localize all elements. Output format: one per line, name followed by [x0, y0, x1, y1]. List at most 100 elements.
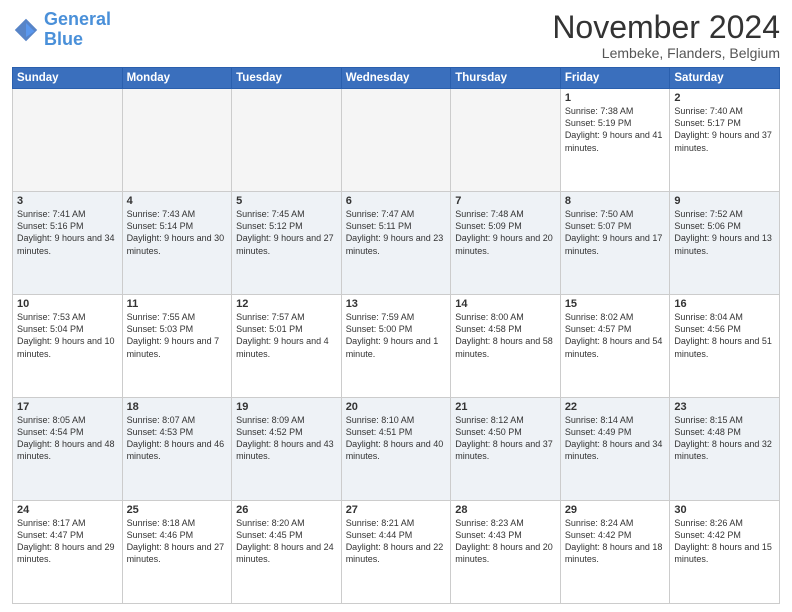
- week-row-1: 1Sunrise: 7:38 AM Sunset: 5:19 PM Daylig…: [13, 89, 780, 192]
- day-number: 19: [236, 401, 337, 413]
- day-number: 1: [565, 92, 666, 104]
- day-info: Sunrise: 8:23 AM Sunset: 4:43 PM Dayligh…: [455, 517, 556, 566]
- day-cell: 25Sunrise: 8:18 AM Sunset: 4:46 PM Dayli…: [122, 501, 232, 604]
- day-cell: 13Sunrise: 7:59 AM Sunset: 5:00 PM Dayli…: [341, 295, 451, 398]
- day-cell: 27Sunrise: 8:21 AM Sunset: 4:44 PM Dayli…: [341, 501, 451, 604]
- day-number: 11: [127, 298, 228, 310]
- location: Lembeke, Flanders, Belgium: [552, 45, 780, 61]
- day-info: Sunrise: 8:20 AM Sunset: 4:45 PM Dayligh…: [236, 517, 337, 566]
- header-cell-wednesday: Wednesday: [341, 68, 451, 89]
- day-number: 16: [674, 298, 775, 310]
- day-cell: [341, 89, 451, 192]
- day-number: 18: [127, 401, 228, 413]
- day-info: Sunrise: 8:10 AM Sunset: 4:51 PM Dayligh…: [346, 414, 447, 463]
- day-cell: 9Sunrise: 7:52 AM Sunset: 5:06 PM Daylig…: [670, 192, 780, 295]
- day-cell: 22Sunrise: 8:14 AM Sunset: 4:49 PM Dayli…: [560, 398, 670, 501]
- page: General Blue November 2024 Lembeke, Flan…: [0, 0, 792, 612]
- day-info: Sunrise: 8:26 AM Sunset: 4:42 PM Dayligh…: [674, 517, 775, 566]
- day-cell: 16Sunrise: 8:04 AM Sunset: 4:56 PM Dayli…: [670, 295, 780, 398]
- day-info: Sunrise: 7:57 AM Sunset: 5:01 PM Dayligh…: [236, 311, 337, 360]
- day-number: 20: [346, 401, 447, 413]
- day-cell: 15Sunrise: 8:02 AM Sunset: 4:57 PM Dayli…: [560, 295, 670, 398]
- logo-line1: General: [44, 9, 111, 29]
- day-number: 30: [674, 504, 775, 516]
- day-cell: 23Sunrise: 8:15 AM Sunset: 4:48 PM Dayli…: [670, 398, 780, 501]
- day-number: 26: [236, 504, 337, 516]
- logo-text: General Blue: [44, 10, 111, 50]
- day-cell: 14Sunrise: 8:00 AM Sunset: 4:58 PM Dayli…: [451, 295, 561, 398]
- day-cell: 26Sunrise: 8:20 AM Sunset: 4:45 PM Dayli…: [232, 501, 342, 604]
- day-number: 29: [565, 504, 666, 516]
- day-number: 17: [17, 401, 118, 413]
- day-info: Sunrise: 7:53 AM Sunset: 5:04 PM Dayligh…: [17, 311, 118, 360]
- day-cell: 4Sunrise: 7:43 AM Sunset: 5:14 PM Daylig…: [122, 192, 232, 295]
- day-info: Sunrise: 7:48 AM Sunset: 5:09 PM Dayligh…: [455, 208, 556, 257]
- header-cell-sunday: Sunday: [13, 68, 123, 89]
- day-cell: 12Sunrise: 7:57 AM Sunset: 5:01 PM Dayli…: [232, 295, 342, 398]
- day-number: 21: [455, 401, 556, 413]
- day-info: Sunrise: 7:43 AM Sunset: 5:14 PM Dayligh…: [127, 208, 228, 257]
- day-number: 2: [674, 92, 775, 104]
- day-cell: [13, 89, 123, 192]
- week-row-3: 10Sunrise: 7:53 AM Sunset: 5:04 PM Dayli…: [13, 295, 780, 398]
- header-cell-tuesday: Tuesday: [232, 68, 342, 89]
- day-number: 6: [346, 195, 447, 207]
- header-cell-monday: Monday: [122, 68, 232, 89]
- header-cell-thursday: Thursday: [451, 68, 561, 89]
- calendar: SundayMondayTuesdayWednesdayThursdayFrid…: [12, 67, 780, 604]
- day-cell: 8Sunrise: 7:50 AM Sunset: 5:07 PM Daylig…: [560, 192, 670, 295]
- day-number: 3: [17, 195, 118, 207]
- day-number: 5: [236, 195, 337, 207]
- title-block: November 2024 Lembeke, Flanders, Belgium: [552, 10, 780, 61]
- day-info: Sunrise: 8:07 AM Sunset: 4:53 PM Dayligh…: [127, 414, 228, 463]
- day-cell: 5Sunrise: 7:45 AM Sunset: 5:12 PM Daylig…: [232, 192, 342, 295]
- day-number: 14: [455, 298, 556, 310]
- day-info: Sunrise: 8:17 AM Sunset: 4:47 PM Dayligh…: [17, 517, 118, 566]
- day-cell: 17Sunrise: 8:05 AM Sunset: 4:54 PM Dayli…: [13, 398, 123, 501]
- day-info: Sunrise: 7:45 AM Sunset: 5:12 PM Dayligh…: [236, 208, 337, 257]
- day-cell: 11Sunrise: 7:55 AM Sunset: 5:03 PM Dayli…: [122, 295, 232, 398]
- day-cell: 2Sunrise: 7:40 AM Sunset: 5:17 PM Daylig…: [670, 89, 780, 192]
- day-number: 8: [565, 195, 666, 207]
- day-number: 24: [17, 504, 118, 516]
- logo-line2: Blue: [44, 29, 83, 49]
- day-info: Sunrise: 8:14 AM Sunset: 4:49 PM Dayligh…: [565, 414, 666, 463]
- day-cell: 19Sunrise: 8:09 AM Sunset: 4:52 PM Dayli…: [232, 398, 342, 501]
- day-info: Sunrise: 8:05 AM Sunset: 4:54 PM Dayligh…: [17, 414, 118, 463]
- day-cell: 6Sunrise: 7:47 AM Sunset: 5:11 PM Daylig…: [341, 192, 451, 295]
- day-number: 22: [565, 401, 666, 413]
- day-info: Sunrise: 7:40 AM Sunset: 5:17 PM Dayligh…: [674, 105, 775, 154]
- day-info: Sunrise: 8:04 AM Sunset: 4:56 PM Dayligh…: [674, 311, 775, 360]
- header-row: SundayMondayTuesdayWednesdayThursdayFrid…: [13, 68, 780, 89]
- day-cell: 7Sunrise: 7:48 AM Sunset: 5:09 PM Daylig…: [451, 192, 561, 295]
- day-cell: 1Sunrise: 7:38 AM Sunset: 5:19 PM Daylig…: [560, 89, 670, 192]
- day-info: Sunrise: 8:12 AM Sunset: 4:50 PM Dayligh…: [455, 414, 556, 463]
- day-number: 15: [565, 298, 666, 310]
- day-info: Sunrise: 8:21 AM Sunset: 4:44 PM Dayligh…: [346, 517, 447, 566]
- day-info: Sunrise: 7:38 AM Sunset: 5:19 PM Dayligh…: [565, 105, 666, 154]
- day-cell: [232, 89, 342, 192]
- header: General Blue November 2024 Lembeke, Flan…: [12, 10, 780, 61]
- day-number: 28: [455, 504, 556, 516]
- day-info: Sunrise: 7:47 AM Sunset: 5:11 PM Dayligh…: [346, 208, 447, 257]
- day-info: Sunrise: 8:09 AM Sunset: 4:52 PM Dayligh…: [236, 414, 337, 463]
- day-number: 7: [455, 195, 556, 207]
- week-row-4: 17Sunrise: 8:05 AM Sunset: 4:54 PM Dayli…: [13, 398, 780, 501]
- day-cell: 18Sunrise: 8:07 AM Sunset: 4:53 PM Dayli…: [122, 398, 232, 501]
- day-info: Sunrise: 8:15 AM Sunset: 4:48 PM Dayligh…: [674, 414, 775, 463]
- day-info: Sunrise: 8:00 AM Sunset: 4:58 PM Dayligh…: [455, 311, 556, 360]
- day-number: 10: [17, 298, 118, 310]
- day-number: 25: [127, 504, 228, 516]
- header-cell-saturday: Saturday: [670, 68, 780, 89]
- header-cell-friday: Friday: [560, 68, 670, 89]
- logo-icon: [12, 16, 40, 44]
- week-row-5: 24Sunrise: 8:17 AM Sunset: 4:47 PM Dayli…: [13, 501, 780, 604]
- day-info: Sunrise: 8:24 AM Sunset: 4:42 PM Dayligh…: [565, 517, 666, 566]
- day-cell: 24Sunrise: 8:17 AM Sunset: 4:47 PM Dayli…: [13, 501, 123, 604]
- day-cell: 21Sunrise: 8:12 AM Sunset: 4:50 PM Dayli…: [451, 398, 561, 501]
- month-title: November 2024: [552, 10, 780, 45]
- day-number: 27: [346, 504, 447, 516]
- day-cell: 30Sunrise: 8:26 AM Sunset: 4:42 PM Dayli…: [670, 501, 780, 604]
- day-number: 9: [674, 195, 775, 207]
- day-info: Sunrise: 7:52 AM Sunset: 5:06 PM Dayligh…: [674, 208, 775, 257]
